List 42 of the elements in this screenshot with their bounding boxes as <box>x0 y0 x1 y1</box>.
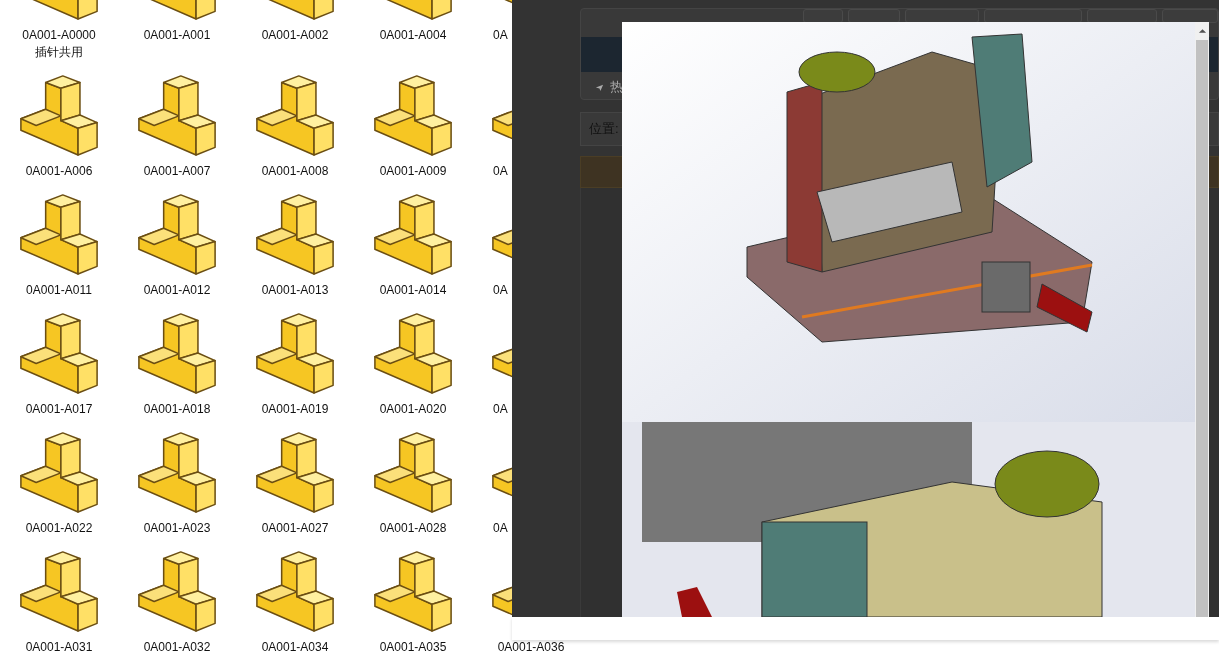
file-name: 0A001-A009 <box>379 163 447 180</box>
file-name: 0A001-A006 <box>25 163 93 180</box>
scrollbar[interactable] <box>1195 22 1209 617</box>
file-name: 0A001-A028 <box>379 520 447 537</box>
nav-tab[interactable] <box>848 9 900 23</box>
file-name: 0A001-A007 <box>143 163 211 180</box>
nav-tab[interactable] <box>1086 9 1157 23</box>
file-name: 0A001-A032 <box>143 639 211 656</box>
file-name: 0A001-A034 <box>261 639 329 656</box>
file-name: 0A <box>492 401 508 418</box>
file-name: 0A001-A022 <box>25 520 93 537</box>
file-name: 0A001-A020 <box>379 401 447 418</box>
scrollbar-thumb[interactable] <box>1196 40 1208 617</box>
nav-tab[interactable] <box>1161 9 1218 23</box>
file-name: 0A001-A036 <box>497 639 565 656</box>
nav-tab[interactable] <box>803 9 844 23</box>
file-name: 0A001-A035 <box>379 639 447 656</box>
file-name: 0A001-A019 <box>261 401 329 418</box>
file-name: 0A001-A013 <box>261 282 329 299</box>
plane-icon <box>595 82 604 92</box>
file-name: 0A001-A018 <box>143 401 211 418</box>
scroll-up-icon[interactable] <box>1197 28 1207 34</box>
nav-tab[interactable] <box>984 9 1082 23</box>
file-name: 0A <box>492 520 508 537</box>
file-name: 0A <box>492 27 508 44</box>
file-name: 0A001-A031 <box>25 639 93 656</box>
file-name: 0A001-A012 <box>143 282 211 299</box>
file-name: 0A001-A014 <box>379 282 447 299</box>
file-name: 0A <box>492 282 508 299</box>
nav-tab[interactable] <box>904 9 980 23</box>
file-name: 0A001-A027 <box>261 520 329 537</box>
file-name: 0A001-A0000 <box>22 27 96 44</box>
file-name: 0A001-A023 <box>143 520 211 537</box>
file-name: 0A001-A002 <box>261 27 329 44</box>
file-name: 0A001-A008 <box>261 163 329 180</box>
file-name: 0A001-A001 <box>143 27 211 44</box>
hot-label: 热 <box>610 78 623 96</box>
file-name: 0A001-A004 <box>379 27 447 44</box>
file-name: 0A001-A017 <box>25 401 93 418</box>
file-name: 0A001-A011 <box>26 282 92 299</box>
file-name: 0A <box>492 163 508 180</box>
file-name-line: 插针共用 <box>35 44 83 61</box>
